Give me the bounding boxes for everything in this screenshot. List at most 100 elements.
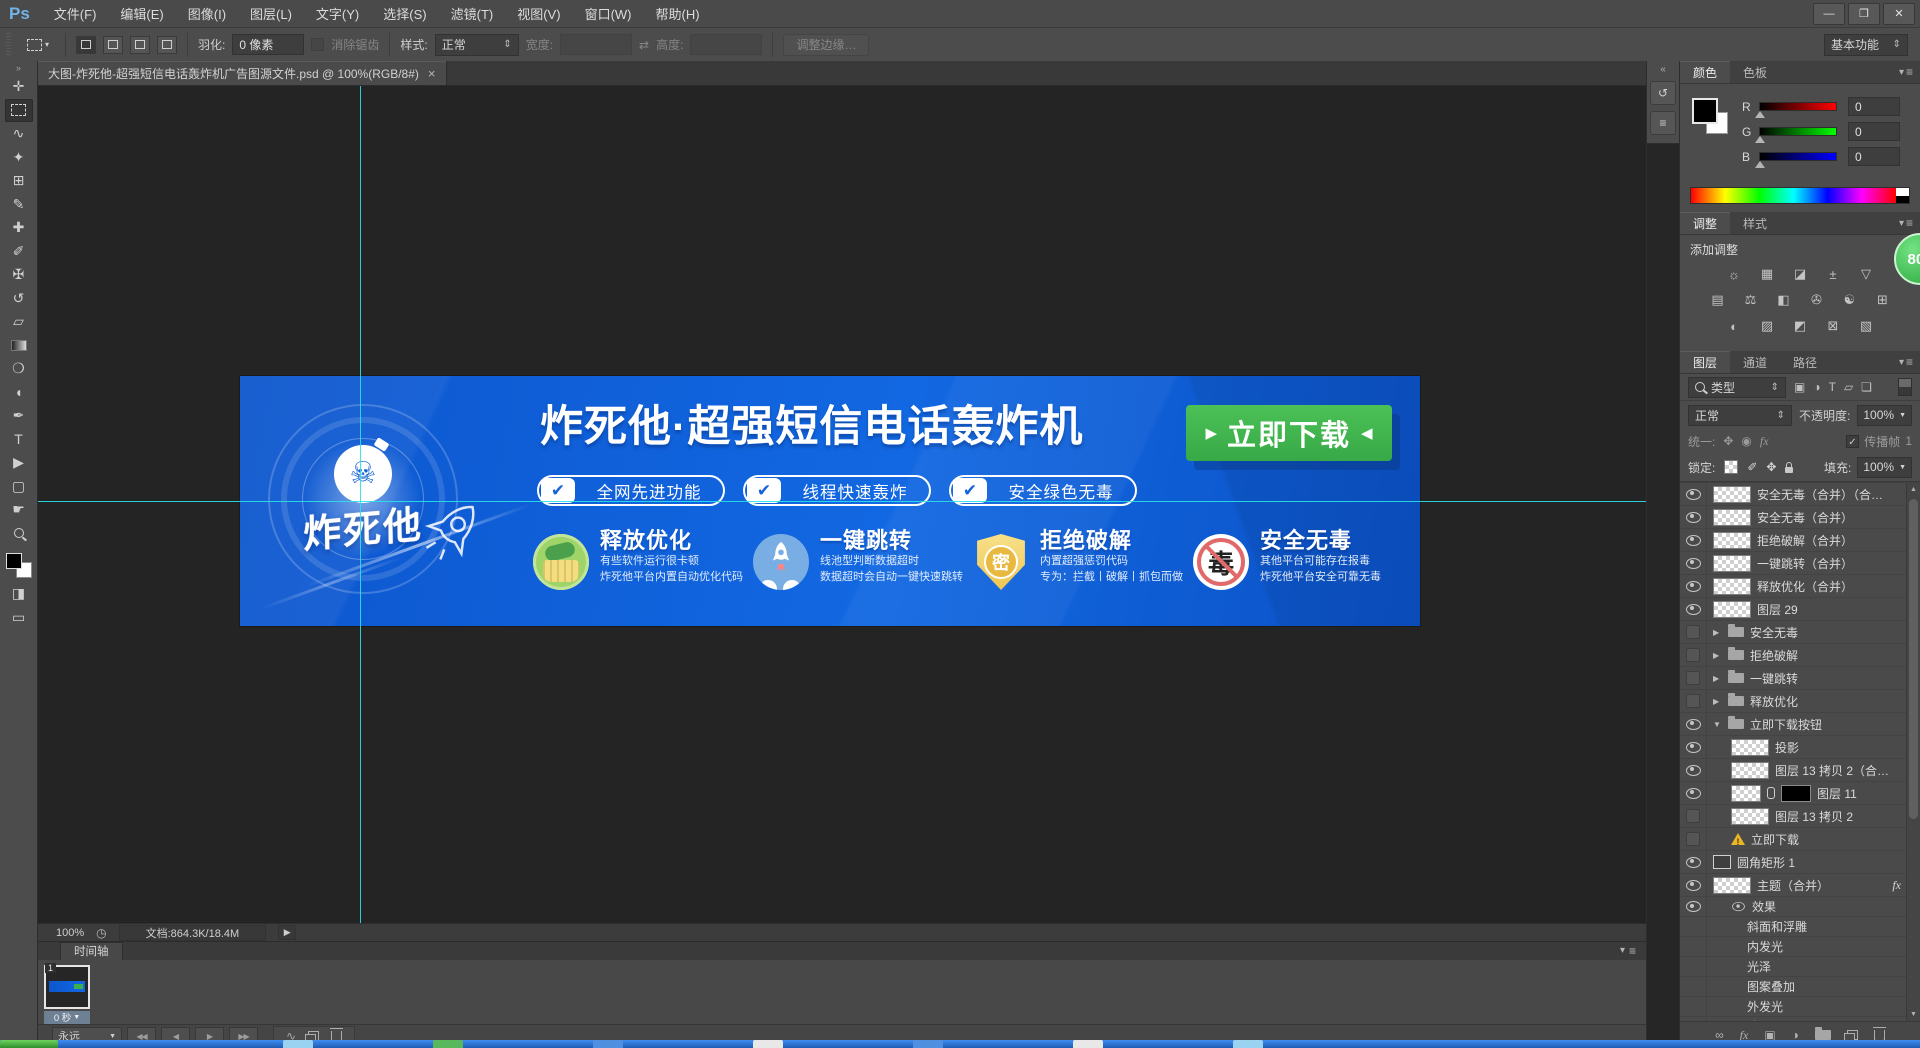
layer-row[interactable]: 圆角矩形 1	[1680, 851, 1907, 874]
adjustment-icon[interactable]: ◩	[1788, 316, 1812, 336]
layer-name[interactable]: 圆角矩形 1	[1737, 854, 1795, 871]
layers-scrollbar[interactable]: ▲ ▼	[1906, 483, 1920, 1021]
panel-tab[interactable]: 样式	[1730, 212, 1780, 234]
taskbar-item[interactable]	[913, 1040, 943, 1048]
layer-name[interactable]: 立即下载按钮	[1750, 716, 1822, 733]
layer-name[interactable]: 斜面和浮雕	[1747, 918, 1807, 935]
style-select[interactable]: 正常⇕	[435, 34, 519, 56]
layer-row[interactable]: 拒绝破解（合并）	[1680, 529, 1907, 552]
canvas-area[interactable]: ☠ 炸死他 炸死他·超强短信电话轰炸机	[38, 86, 1646, 923]
menu-item[interactable]: 编辑(E)	[108, 0, 175, 27]
restore-button[interactable]: ❐	[1848, 3, 1880, 25]
tool-button[interactable]: ✎	[5, 193, 33, 217]
tool-button[interactable]: ✒	[5, 404, 33, 428]
tool-button[interactable]	[5, 522, 33, 546]
tool-button[interactable]: ☛	[5, 498, 33, 522]
taskbar-item[interactable]	[753, 1040, 783, 1048]
visibility-toggle[interactable]	[1680, 575, 1707, 597]
tool-button[interactable]: ✠	[5, 263, 33, 287]
taskbar-item[interactable]	[433, 1040, 463, 1048]
menu-item[interactable]: 帮助(H)	[644, 0, 712, 27]
tool-button[interactable]: ↺	[5, 287, 33, 311]
panel-tab[interactable]: 色板	[1730, 61, 1780, 83]
visibility-toggle[interactable]	[1680, 957, 1707, 976]
layer-name[interactable]: 主题（合并）	[1757, 877, 1829, 894]
tool-button[interactable]: ❍	[5, 357, 33, 381]
layer-name[interactable]: 释放优化（合并）	[1757, 578, 1853, 595]
visibility-toggle[interactable]	[1680, 644, 1707, 666]
layer-row[interactable]: ▶ 释放优化	[1680, 690, 1907, 713]
visibility-toggle[interactable]	[1680, 782, 1707, 804]
foreground-color-swatch[interactable]	[1692, 98, 1718, 124]
visibility-toggle[interactable]	[1680, 977, 1707, 996]
layer-row[interactable]: 释放优化（合并）	[1680, 575, 1907, 598]
panel-tab[interactable]: 通道	[1730, 351, 1780, 373]
subtract-selection-icon[interactable]	[130, 36, 150, 54]
color-spectrum-bar[interactable]	[1690, 187, 1910, 204]
slider-thumb[interactable]	[1755, 111, 1765, 118]
menu-item[interactable]: 文字(Y)	[304, 0, 371, 27]
panel-menu-icon[interactable]: ▾≡	[1899, 351, 1920, 373]
visibility-toggle[interactable]	[1680, 529, 1707, 551]
quick-mask-button[interactable]: ◨	[5, 582, 33, 606]
tool-button[interactable]: ▢	[5, 475, 33, 499]
layer-filter-select[interactable]: 类型 ⇕	[1688, 377, 1786, 398]
layer-name[interactable]: 图层 13 拷贝 2（合…	[1775, 762, 1889, 779]
layer-row[interactable]: 图层 13 拷贝 2	[1680, 805, 1907, 828]
layer-name[interactable]: 图案叠加	[1747, 978, 1795, 995]
layer-thumbnail[interactable]	[1713, 877, 1751, 894]
tool-button[interactable]: ✦	[5, 146, 33, 170]
layer-name[interactable]: 拒绝破解（合并）	[1757, 532, 1853, 549]
layer-thumbnail[interactable]	[1713, 486, 1751, 503]
new-layer-icon[interactable]	[1847, 1030, 1858, 1040]
intersect-selection-icon[interactable]	[157, 36, 177, 54]
foreground-color-swatch[interactable]	[6, 553, 22, 569]
new-selection-icon[interactable]	[76, 36, 96, 54]
layer-filter-icon[interactable]: T	[1829, 380, 1836, 394]
menu-item[interactable]: 图层(L)	[238, 0, 304, 27]
adjustment-icon[interactable]: ◪	[1788, 264, 1812, 284]
timeline-menu-icon[interactable]: ▾≡	[1620, 942, 1636, 960]
layer-row[interactable]: 安全无毒（合并）（合…	[1680, 483, 1907, 506]
visibility-toggle[interactable]	[1680, 483, 1707, 505]
effect-eye-icon[interactable]	[1732, 902, 1745, 911]
layer-row[interactable]: 立即下载	[1680, 828, 1907, 851]
layer-row[interactable]: 效果	[1680, 897, 1907, 917]
panel-tab[interactable]: 调整	[1680, 212, 1730, 234]
visibility-toggle[interactable]	[1680, 713, 1707, 735]
layer-row[interactable]: 图案叠加	[1680, 977, 1907, 997]
adjustment-icon[interactable]: ⊠	[1821, 316, 1845, 336]
status-expand-icon[interactable]: ▶	[278, 925, 296, 940]
layer-name[interactable]: 释放优化	[1750, 693, 1798, 710]
tool-button[interactable]: ✛	[5, 75, 33, 99]
layer-row[interactable]: ▶ 拒绝破解	[1680, 644, 1907, 667]
panel-menu-icon[interactable]: ▾≡	[1899, 61, 1920, 83]
workspace-select[interactable]: 基本功能⇕	[1824, 34, 1908, 56]
visibility-toggle[interactable]	[1680, 506, 1707, 528]
tool-button[interactable]: ✚	[5, 216, 33, 240]
fill-input[interactable]: 100%▼	[1857, 457, 1912, 478]
layer-name[interactable]: 投影	[1775, 739, 1799, 756]
tool-button[interactable]: T	[5, 428, 33, 452]
layer-thumbnail[interactable]	[1731, 739, 1769, 756]
frame-delay-select[interactable]: 0 秒▼	[44, 1011, 90, 1024]
layer-name[interactable]: 安全无毒	[1750, 624, 1798, 641]
visibility-toggle[interactable]	[1680, 874, 1707, 896]
layer-filter-icon[interactable]: ◑	[1813, 380, 1820, 394]
layer-name[interactable]: 拒绝破解	[1750, 647, 1798, 664]
visibility-toggle[interactable]	[1680, 828, 1707, 850]
adjustment-icon[interactable]: ◧	[1772, 290, 1796, 310]
adjustment-icon[interactable]: ▦	[1755, 264, 1779, 284]
panel-menu-icon[interactable]: ▾≡	[1899, 212, 1920, 234]
feather-input[interactable]: 0 像素	[232, 34, 304, 55]
swap-dimensions-icon[interactable]: ⇄	[639, 38, 649, 52]
refine-edge-button[interactable]: 调整边缘…	[783, 34, 869, 56]
visibility-toggle[interactable]	[1680, 759, 1707, 781]
expand-arrow-icon[interactable]: ▶	[1713, 697, 1722, 706]
slider-thumb[interactable]	[1755, 136, 1765, 143]
lock-move-icon[interactable]: ✥	[1766, 460, 1776, 474]
channel-value-input[interactable]: 0	[1848, 97, 1900, 116]
adjustment-icon[interactable]: ±	[1821, 264, 1845, 284]
layer-thumbnail[interactable]	[1713, 555, 1751, 572]
layer-row[interactable]: 外发光	[1680, 997, 1907, 1017]
